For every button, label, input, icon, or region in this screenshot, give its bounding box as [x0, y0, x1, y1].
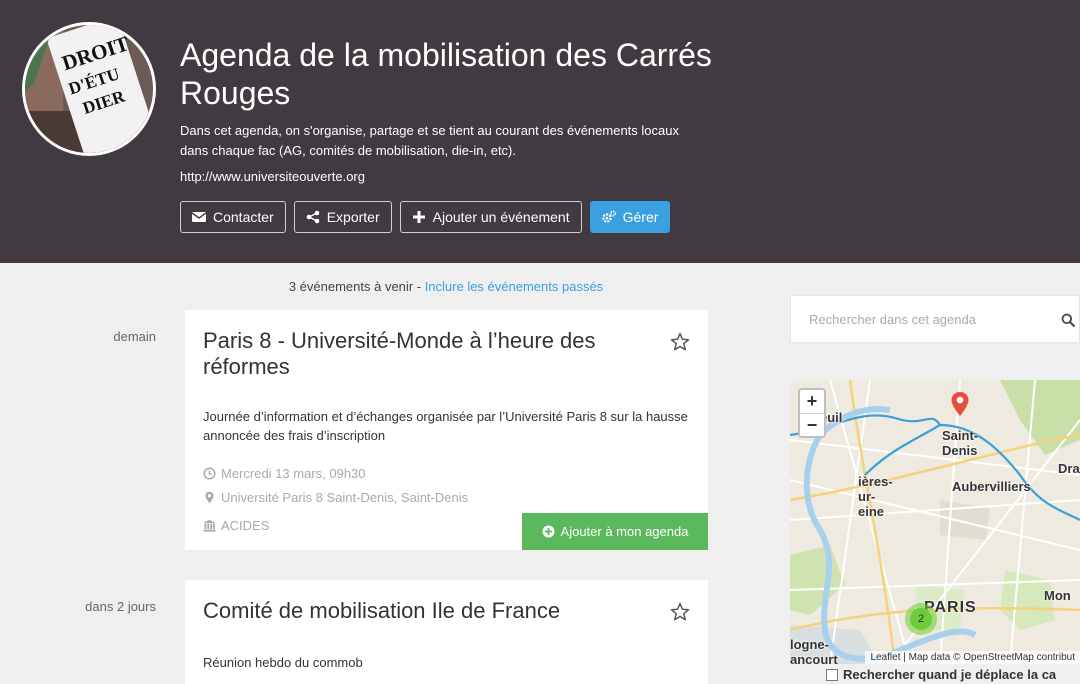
event-organizer-text[interactable]: ACIDES: [221, 518, 269, 533]
header-actions: Contacter Exporter Ajouter un événement …: [180, 201, 671, 233]
event-datetime: Mercredi 13 mars, 09h30: [203, 466, 366, 481]
plus-icon: [412, 211, 425, 223]
share-icon: [306, 210, 320, 224]
event-datetime-text: Mercredi 13 mars, 09h30: [221, 466, 366, 481]
agenda-description: Dans cet agenda, on s'organise, partage …: [180, 123, 679, 158]
avatar-image: DROIT D'ÉTU DIER: [25, 25, 153, 153]
map-marker-icon[interactable]: [950, 391, 970, 417]
map-label-saint-denis: Saint- Denis: [942, 428, 979, 458]
map-cluster-count: 2: [910, 608, 932, 630]
star-outline-icon[interactable]: [670, 602, 690, 622]
add-to-my-agenda-button[interactable]: Ajouter à mon agenda: [522, 513, 708, 550]
map-zoom-in-button[interactable]: +: [800, 390, 824, 413]
export-button-label: Exporter: [326, 209, 380, 225]
map-label-montreuil: Mon: [1044, 588, 1071, 603]
add-event-button[interactable]: Ajouter un événement: [399, 201, 582, 233]
map-search-on-move-toggle[interactable]: Rechercher quand je déplace la ca: [826, 667, 1056, 682]
agenda-title: Agenda de la mobilisation des Carrés Rou…: [180, 37, 712, 111]
event-title[interactable]: Paris 8 - Université-Monde à l’heure des…: [203, 328, 663, 380]
manage-button[interactable]: Gérer: [589, 201, 671, 233]
events-count-text: 3 événements à venir -: [288, 279, 425, 294]
envelope-icon: [192, 212, 206, 222]
manage-button-label: Gérer: [622, 209, 659, 225]
map-label-asnieres: ières- ur- eine: [858, 474, 893, 519]
add-event-button-label: Ajouter un événement: [432, 209, 570, 225]
event-organizer: ACIDES: [203, 518, 269, 533]
event-title[interactable]: Comité de mobilisation Ile de France: [203, 598, 663, 624]
clock-icon: [203, 467, 216, 480]
event-description: Réunion hebdo du commob: [203, 655, 363, 670]
map-label-drancy: Dra: [1058, 461, 1080, 476]
map-search-on-move-label: Rechercher quand je déplace la ca: [843, 667, 1057, 682]
gears-icon: [601, 210, 616, 223]
export-button[interactable]: Exporter: [293, 201, 392, 233]
event-card[interactable]: Comité de mobilisation Ile de France Réu…: [185, 580, 708, 684]
add-to-my-agenda-label: Ajouter à mon agenda: [560, 524, 689, 539]
map-search-on-move-checkbox[interactable]: [826, 668, 838, 681]
agenda-avatar: DROIT D'ÉTU DIER: [22, 22, 156, 156]
contact-button[interactable]: Contacter: [180, 201, 286, 233]
agenda-search-box: [790, 295, 1080, 343]
event-card[interactable]: Paris 8 - Université-Monde à l’heure des…: [185, 310, 708, 550]
star-outline-icon[interactable]: [670, 332, 690, 352]
map-attribution[interactable]: Leaflet | Map data © OpenStreetMap contr…: [865, 651, 1080, 664]
event-description: Journée d’information et d’échanges orga…: [203, 409, 688, 443]
contact-button-label: Contacter: [213, 209, 274, 225]
map-label-boulogne: logne- ancourt: [790, 637, 838, 664]
agenda-search-input[interactable]: [791, 296, 1041, 342]
map-label-aubervilliers: Aubervilliers: [952, 479, 1031, 494]
search-icon[interactable]: [1061, 313, 1075, 327]
events-map[interactable]: euil Saint- Denis Dra ières- ur- eine Au…: [790, 380, 1080, 664]
events-count: 3 événements à venir - Inclure les événe…: [184, 279, 708, 294]
plus-circle-icon: [542, 525, 555, 538]
include-past-events-link[interactable]: Inclure les événements passés: [425, 279, 603, 294]
event-location: Université Paris 8 Saint-Denis, Saint-De…: [203, 490, 468, 505]
map-marker-cluster[interactable]: 2: [905, 603, 937, 635]
map-marker-icon: [205, 491, 214, 504]
institution-icon: [203, 519, 216, 532]
map-zoom-out-button[interactable]: −: [800, 413, 824, 436]
agenda-website-link[interactable]: http://www.universiteouverte.org: [180, 169, 365, 185]
event-relative-date: demain: [113, 329, 156, 344]
event-relative-date: dans 2 jours: [85, 599, 156, 614]
event-location-text[interactable]: Université Paris 8 Saint-Denis, Saint-De…: [221, 490, 468, 505]
agenda-header: DROIT D'ÉTU DIER Agenda de la mobilisati…: [0, 0, 1080, 263]
map-zoom-control: + −: [798, 388, 826, 438]
